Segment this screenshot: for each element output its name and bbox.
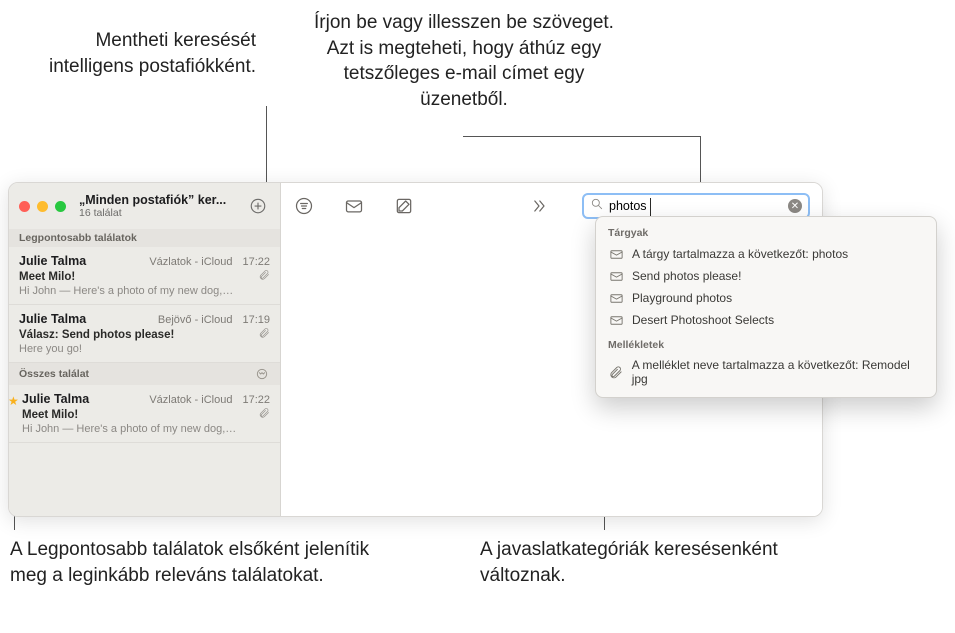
- zoom-window-button[interactable]: [55, 201, 66, 212]
- section-all-results: Összes találat: [9, 363, 280, 385]
- envelope-icon: [608, 312, 624, 328]
- callout-suggestion-cats: A javaslatkategóriák keresésenként válto…: [480, 537, 800, 588]
- traffic-lights: [19, 201, 66, 212]
- overflow-icon[interactable]: [528, 195, 550, 217]
- section-all-results-label: Összes találat: [19, 368, 89, 380]
- save-search-button[interactable]: [246, 194, 270, 218]
- callout-line: [700, 136, 701, 188]
- suggestion-text: Desert Photoshoot Selects: [632, 313, 774, 327]
- search-input[interactable]: [609, 199, 783, 213]
- message-preview: Hi John — Here's a photo of my new dog,…: [19, 285, 270, 297]
- suggestion-item[interactable]: Desert Photoshoot Selects: [596, 309, 936, 331]
- suggestion-item[interactable]: A melléklet neve tartalmazza a következő…: [596, 355, 936, 389]
- paperclip-icon: [258, 327, 270, 342]
- message-subject: Válasz: Send photos please!: [19, 329, 254, 341]
- envelope-icon: [608, 268, 624, 284]
- filter-icon[interactable]: [254, 366, 270, 382]
- close-window-button[interactable]: [19, 201, 30, 212]
- message-subject: Meet Milo!: [22, 409, 254, 421]
- envelope-icon[interactable]: [343, 195, 365, 217]
- message-mailbox: Bejövő - iCloud: [158, 314, 233, 326]
- text-cursor: [650, 198, 651, 216]
- message-from: Julie Talma: [19, 254, 86, 268]
- suggestion-item[interactable]: A tárgy tartalmazza a következőt: photos: [596, 243, 936, 265]
- compose-icon[interactable]: [393, 195, 415, 217]
- message-from: Julie Talma: [22, 392, 89, 406]
- paperclip-icon: [608, 364, 624, 380]
- callout-line: [266, 106, 267, 182]
- section-top-hits-label: Legpontosabb találatok: [19, 232, 137, 244]
- message-time: 17:22: [242, 256, 270, 268]
- message-preview: Here you go!: [19, 343, 270, 355]
- message-preview: Hi John — Here's a photo of my new dog,…: [22, 423, 270, 435]
- message-time: 17:22: [242, 394, 270, 406]
- message-time: 17:19: [242, 314, 270, 326]
- callout-type-paste: Írjon be vagy illesszen be szöveget. Azt…: [314, 10, 614, 113]
- message-subject: Meet Milo!: [19, 271, 254, 283]
- callout-top-hits: A Legpontosabb találatok elsőként jelení…: [10, 537, 370, 588]
- message-item[interactable]: Julie Talma Bejövő - iCloud 17:19 Válasz…: [9, 305, 280, 363]
- paperclip-icon: [258, 407, 270, 422]
- suggestions-attachments-header: Mellékletek: [596, 335, 936, 355]
- minimize-window-button[interactable]: [37, 201, 48, 212]
- window-title: „Minden postafiók” ker... 16 találat: [79, 193, 239, 219]
- message-item[interactable]: ★ Julie Talma Vázlatok - iCloud 17:22 Me…: [9, 385, 280, 443]
- suggestion-item[interactable]: Playground photos: [596, 287, 936, 309]
- message-mailbox: Vázlatok - iCloud: [149, 394, 232, 406]
- suggestion-text: A melléklet neve tartalmazza a következő…: [632, 358, 924, 386]
- suggestion-text: A tárgy tartalmazza a következőt: photos: [632, 247, 848, 261]
- search-suggestions: Tárgyak A tárgy tartalmazza a következőt…: [595, 216, 937, 398]
- suggestion-text: Playground photos: [632, 291, 732, 305]
- callout-line: [463, 136, 700, 137]
- flag-star-icon: ★: [8, 394, 19, 408]
- clear-search-icon[interactable]: ✕: [788, 199, 802, 213]
- suggestion-item[interactable]: Send photos please!: [596, 265, 936, 287]
- message-list-sidebar: „Minden postafiók” ker... 16 találat Leg…: [9, 183, 281, 516]
- section-top-hits: Legpontosabb találatok: [9, 229, 280, 247]
- window-title-text: „Minden postafiók” ker...: [79, 193, 239, 207]
- callout-save-search: Mentheti keresését intelligens postafiók…: [6, 28, 256, 79]
- suggestions-subjects-header: Tárgyak: [596, 223, 936, 243]
- message-from: Julie Talma: [19, 312, 86, 326]
- titlebar: „Minden postafiók” ker... 16 találat: [9, 183, 280, 229]
- search-icon: [590, 197, 604, 216]
- filter-circle-icon[interactable]: [293, 195, 315, 217]
- envelope-icon: [608, 290, 624, 306]
- paperclip-icon: [258, 269, 270, 284]
- envelope-icon: [608, 246, 624, 262]
- message-item[interactable]: Julie Talma Vázlatok - iCloud 17:22 Meet…: [9, 247, 280, 305]
- suggestion-text: Send photos please!: [632, 269, 741, 283]
- message-mailbox: Vázlatok - iCloud: [149, 256, 232, 268]
- window-subtitle: 16 találat: [79, 207, 239, 219]
